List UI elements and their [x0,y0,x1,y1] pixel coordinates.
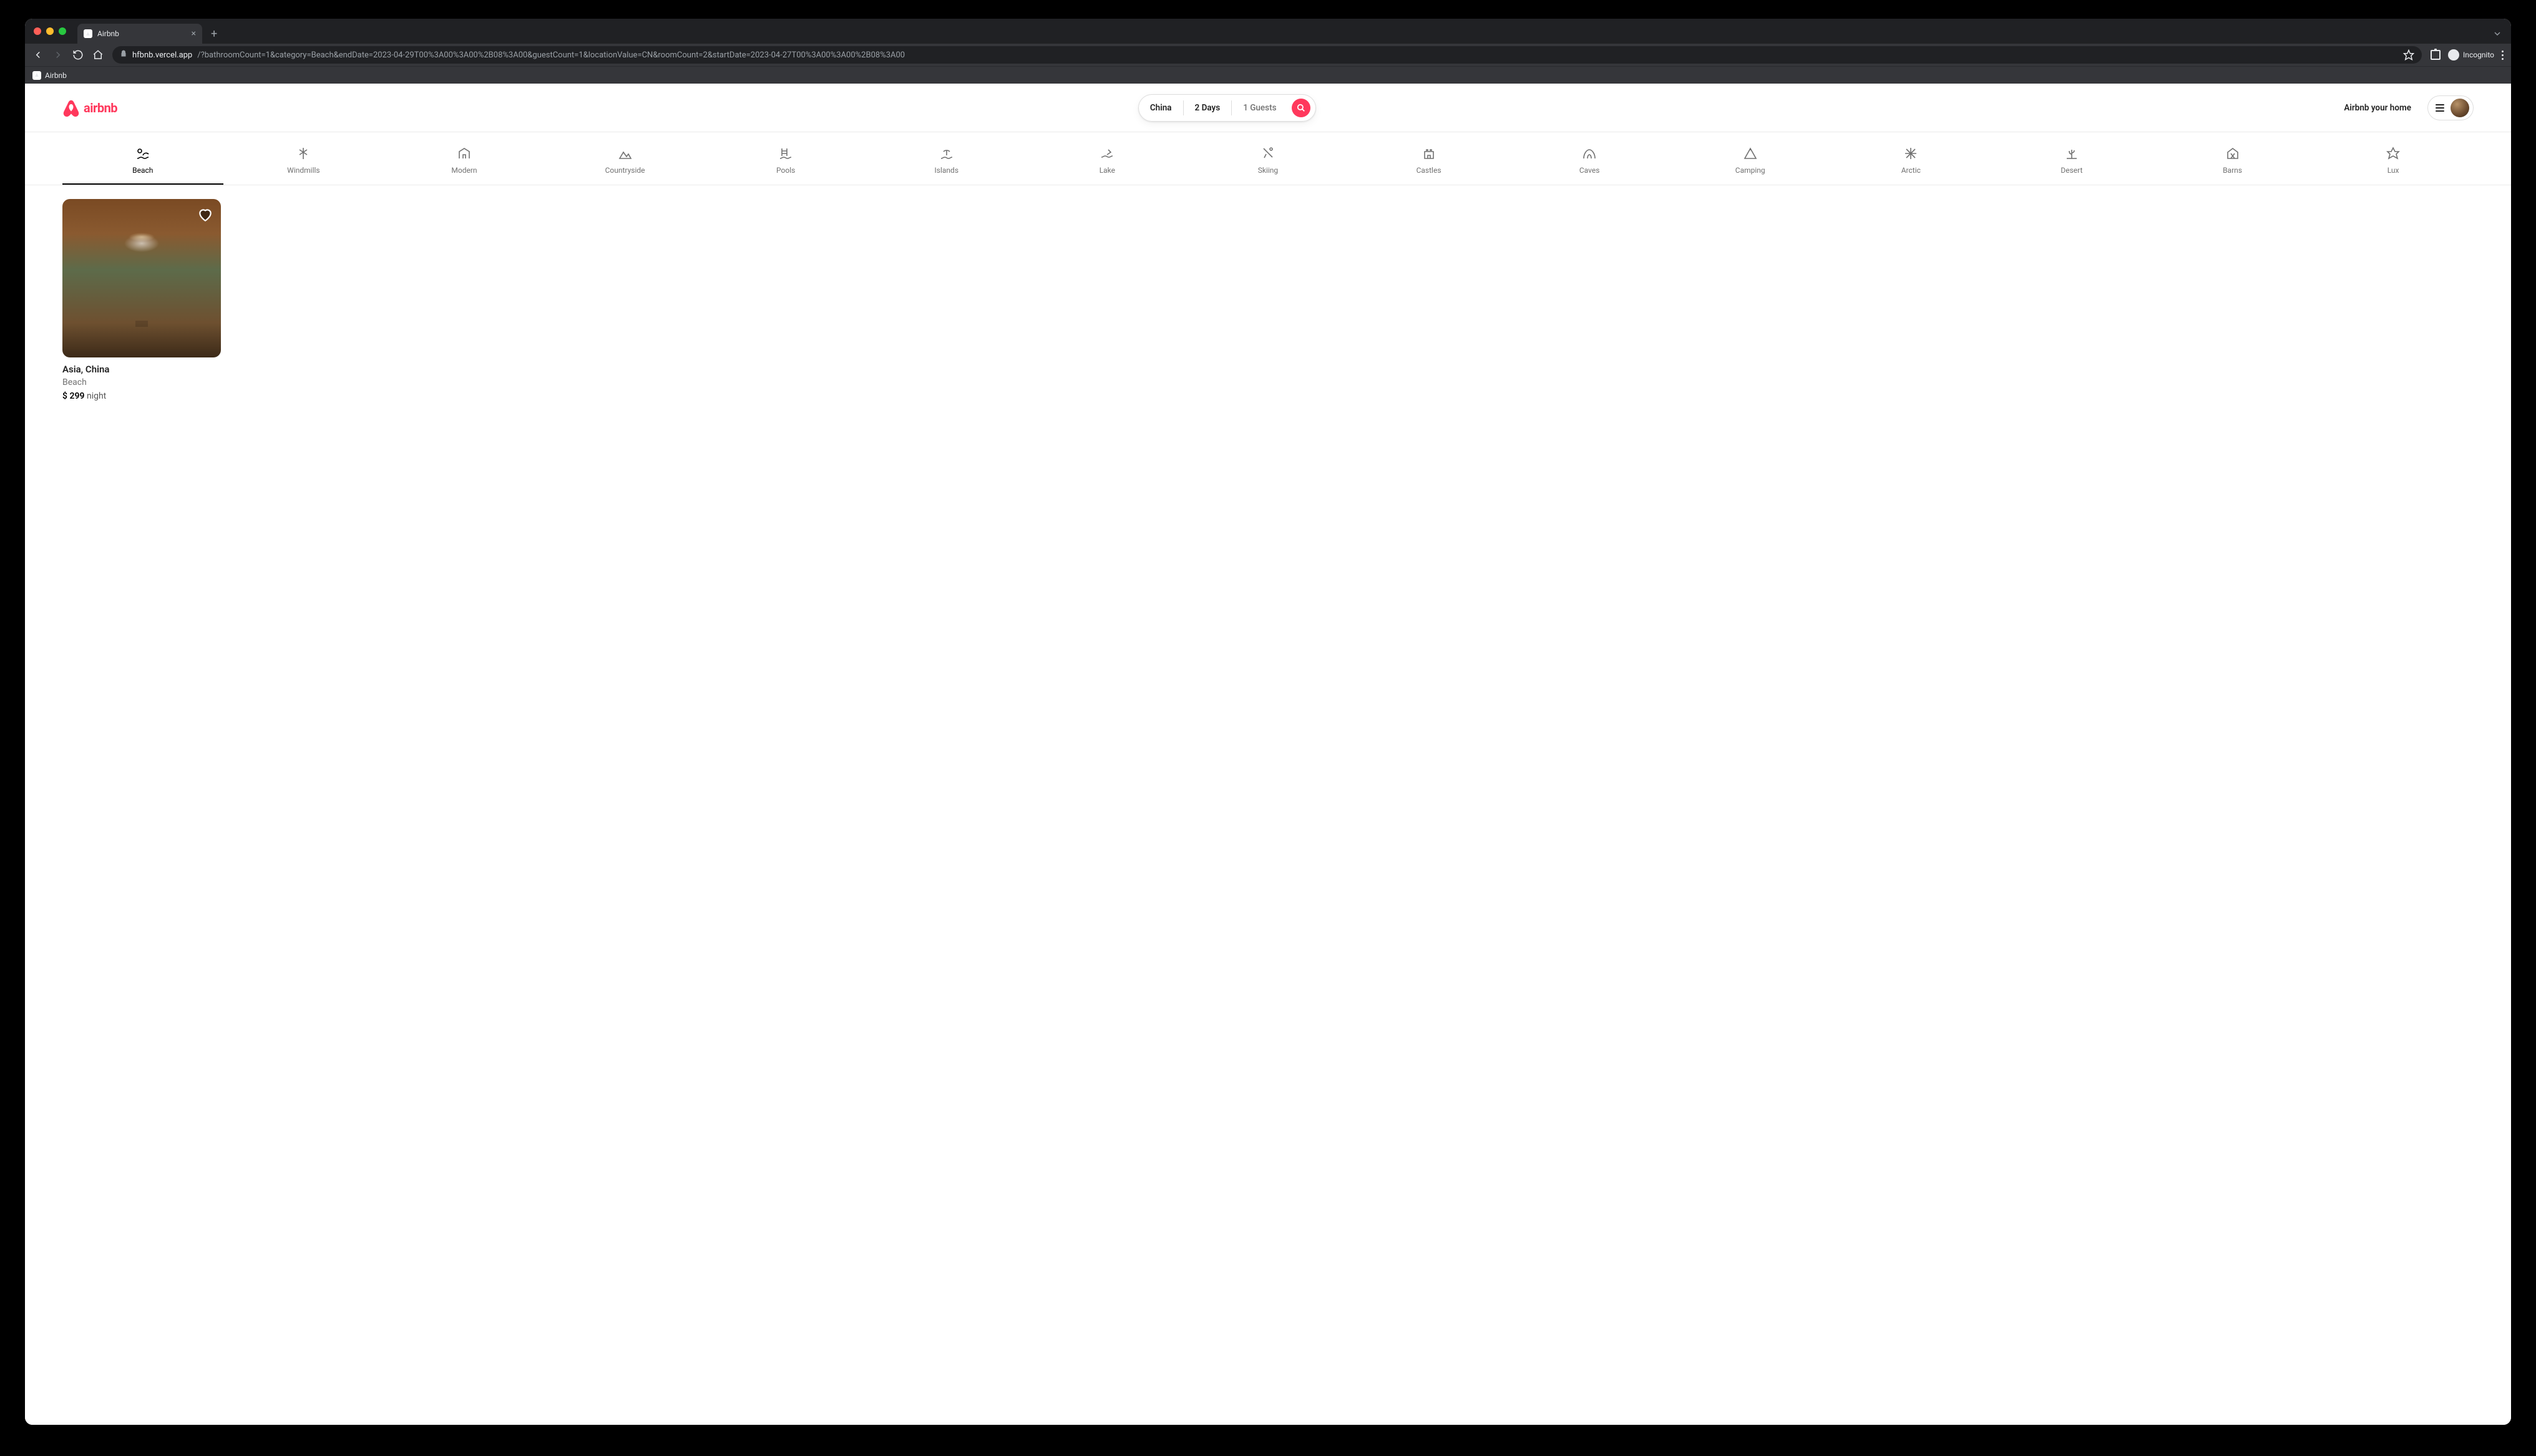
category-islands[interactable]: Islands [866,143,1027,185]
category-lux[interactable]: Lux [2313,143,2474,185]
category-label: Modern [451,166,477,175]
beach-icon [135,146,150,161]
listing-title: Asia, China [62,364,221,375]
caves-icon [1582,146,1597,161]
category-arctic[interactable]: Arctic [1831,143,1992,185]
windmills-icon [296,146,311,161]
search-guests[interactable]: 1 Guests [1232,100,1287,115]
site-header: airbnb China 2 Days 1 Guests Airbnb your… [25,84,2511,132]
category-label: Beach [132,166,153,175]
category-barns[interactable]: Barns [2152,143,2313,185]
category-label: Castles [1417,166,1441,175]
pools-icon [778,146,793,161]
brand-name: airbnb [84,100,117,115]
category-camping[interactable]: Camping [1670,143,1831,185]
search-location[interactable]: China [1139,100,1184,115]
home-button[interactable] [92,49,104,61]
arctic-icon [1903,146,1918,161]
search-pill[interactable]: China 2 Days 1 Guests [1138,94,1316,122]
category-skiing[interactable]: Skiing [1188,143,1348,185]
listing-subtitle: Beach [62,377,221,387]
category-label: Camping [1735,166,1765,175]
url-host: hfbnb.vercel.app [132,51,192,60]
category-label: Countryside [605,166,645,175]
bookmark-label: Airbnb [45,71,67,80]
browser-tabbar: ▲ Airbnb × + [25,19,2511,44]
category-label: Desert [2060,166,2082,175]
lock-icon [120,50,127,60]
tab-favicon: ▲ [84,29,92,38]
category-modern[interactable]: Modern [384,143,545,185]
barns-icon [2225,146,2240,161]
category-windmills[interactable]: Windmills [223,143,384,185]
address-bar[interactable]: hfbnb.vercel.app /?bathroomCount=1&catego… [112,46,2422,64]
category-label: Lake [1100,166,1115,175]
category-desert[interactable]: Desert [1991,143,2152,185]
window-minimize-button[interactable] [46,27,54,35]
bookmark-star-button[interactable] [2403,49,2414,61]
category-label: Skiing [1258,166,1278,175]
tabs-dropdown-button[interactable] [2484,24,2511,44]
category-castles[interactable]: Castles [1348,143,1509,185]
camping-icon [1743,146,1758,161]
category-label: Caves [1579,166,1600,175]
browser-toolbar: hfbnb.vercel.app /?bathroomCount=1&catego… [25,44,2511,66]
bookmark-favicon: ▲ [32,71,41,80]
reload-button[interactable] [72,49,84,61]
forward-button[interactable] [52,49,64,61]
new-tab-button[interactable]: + [202,24,226,44]
castles-icon [1422,146,1436,161]
header-right: Airbnb your home [2336,95,2474,120]
url-path: /?bathroomCount=1&category=Beach&endDate… [197,51,905,60]
extensions-button[interactable] [2431,50,2441,60]
brand-logo[interactable]: airbnb [62,99,117,117]
category-label: Pools [776,166,795,175]
host-home-link[interactable]: Airbnb your home [2336,97,2419,119]
category-beach[interactable]: Beach [62,143,223,185]
back-button[interactable] [32,49,44,61]
window-controls [34,19,66,44]
category-label: Islands [935,166,959,175]
category-label: Arctic [1901,166,1921,175]
search-icon [1297,104,1305,112]
countryside-icon [618,146,633,161]
category-countryside[interactable]: Countryside [545,143,706,185]
browser-menu-button[interactable] [2502,51,2504,60]
airbnb-logo-icon [62,99,80,117]
lux-icon [2386,146,2401,161]
category-label: Windmills [287,166,319,175]
lake-icon [1100,146,1114,161]
tab-close-button[interactable]: × [192,29,196,39]
skiing-icon [1261,146,1275,161]
category-label: Lux [2387,166,2399,175]
search-button[interactable] [1292,99,1310,117]
modern-icon [457,146,472,161]
category-caves[interactable]: Caves [1509,143,1670,185]
avatar [2451,99,2469,117]
favorite-button[interactable] [197,206,213,223]
listing-card[interactable]: Asia, China Beach $ 299 night [62,199,221,401]
incognito-icon [2448,49,2459,61]
incognito-indicator[interactable]: Incognito [2448,49,2494,61]
page-content: airbnb China 2 Days 1 Guests Airbnb your… [25,84,2511,1425]
incognito-label: Incognito [2463,51,2494,59]
category-bar: Beach Windmills Modern Countryside Pools Isla… [25,132,2511,185]
category-label: Barns [2223,166,2242,175]
listing-image [62,199,221,357]
category-pools[interactable]: Pools [705,143,866,185]
desert-icon [2064,146,2079,161]
bookmark-item[interactable]: ▲ Airbnb [32,71,67,80]
listings-grid: Asia, China Beach $ 299 night [25,185,2511,415]
islands-icon [939,146,954,161]
hamburger-icon [2436,104,2444,112]
browser-tab[interactable]: ▲ Airbnb × [77,24,202,44]
bookmarks-bar: ▲ Airbnb [25,66,2511,84]
window-close-button[interactable] [34,27,41,35]
tab-title: Airbnb [97,29,119,38]
search-duration[interactable]: 2 Days [1184,100,1232,115]
category-lake[interactable]: Lake [1027,143,1188,185]
user-menu-button[interactable] [2427,95,2474,120]
window-maximize-button[interactable] [59,27,66,35]
listing-price: $ 299 night [62,391,221,401]
